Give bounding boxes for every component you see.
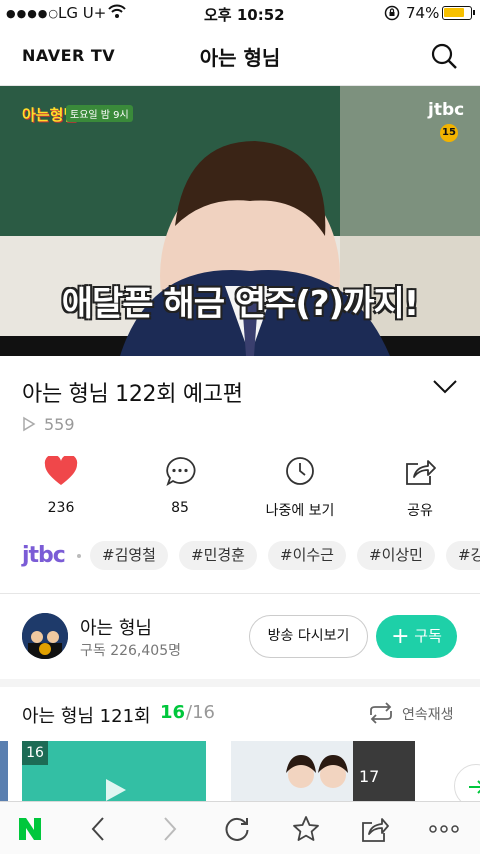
- carrier-label: LG U+: [58, 4, 107, 22]
- back-arrow-icon: [91, 816, 104, 841]
- browser-toolbar: [0, 801, 480, 854]
- forward-arrow-icon: [164, 816, 177, 841]
- clock-icon: [286, 457, 314, 485]
- broadcaster-logo[interactable]: jtbc: [22, 543, 66, 568]
- next-arrow-button[interactable]: [454, 764, 480, 801]
- video-player[interactable]: 아는형님 토요일 밤 9시 jtbc 15 애달픈 해금 연주(?)까지!: [0, 86, 480, 356]
- clock: 오후 10:52: [204, 6, 285, 24]
- subscribe-label: 구독: [414, 627, 442, 645]
- age-rating-badge: 15: [440, 124, 458, 142]
- arrow-right-icon: [469, 780, 480, 794]
- more-menu-button[interactable]: [414, 802, 474, 855]
- playlist-current: 16: [160, 702, 186, 723]
- video-thumbnail[interactable]: 17: [231, 741, 415, 801]
- channel-row: 아는 형님 구독 226,405명 방송 다시보기 + 구독: [0, 594, 480, 680]
- tag-chip[interactable]: #이상민: [357, 541, 435, 570]
- search-icon[interactable]: [430, 42, 458, 74]
- episode-badge: 16: [22, 741, 48, 765]
- channel-watermark: jtbc: [428, 100, 465, 120]
- refresh-icon: [225, 817, 249, 841]
- share-icon: [406, 460, 436, 485]
- tag-chip[interactable]: #강호동: [446, 541, 480, 570]
- back-button[interactable]: [68, 802, 128, 855]
- video-title: 아는 형님 122회 예고편: [22, 382, 243, 407]
- tag-chip[interactable]: #이수근: [268, 541, 346, 570]
- star-icon: [293, 815, 319, 841]
- expand-chevron-icon[interactable]: [432, 378, 458, 400]
- naver-n-icon: [19, 817, 41, 840]
- action-bar: 236 85 나중에 보기 공유: [0, 454, 480, 526]
- signal-icon: ●●●●○: [6, 7, 59, 20]
- refresh-button[interactable]: [207, 802, 267, 855]
- battery-icon: [442, 6, 475, 20]
- more-dots-icon: [429, 824, 459, 833]
- watch-later-label: 나중에 보기: [265, 503, 335, 519]
- heart-icon: [44, 454, 78, 485]
- tag-chip[interactable]: #민경훈: [179, 541, 257, 570]
- episode-badge: 17: [359, 767, 380, 786]
- watch-later-button[interactable]: 나중에 보기: [255, 456, 345, 520]
- share-button[interactable]: 공유: [375, 456, 465, 520]
- like-count: 236: [47, 500, 75, 516]
- channel-avatar[interactable]: [22, 613, 68, 659]
- comment-icon: [166, 457, 196, 487]
- comment-button[interactable]: 85: [135, 456, 225, 516]
- battery-percent: 74%: [406, 4, 440, 22]
- play-count-icon: [22, 416, 36, 436]
- replay-button[interactable]: 방송 다시보기: [249, 615, 368, 658]
- playlist-title: 아는 형님 121회: [22, 706, 151, 727]
- naver-home-button[interactable]: [0, 802, 60, 855]
- playlist-total: /16: [186, 702, 215, 723]
- video-caption: 애달픈 해금 연주(?)까지!: [61, 284, 420, 324]
- comment-count: 85: [171, 500, 189, 516]
- share-icon: [362, 817, 389, 842]
- share-label: 공유: [407, 503, 433, 519]
- share-page-button[interactable]: [345, 802, 405, 855]
- autoplay-label[interactable]: 연속재생: [402, 704, 454, 724]
- wifi-icon: [108, 3, 126, 23]
- page-title: 아는 형님: [199, 46, 281, 70]
- channel-name[interactable]: 아는 형님: [80, 614, 152, 640]
- status-bar: ●●●●○ LG U+ 오후 10:52 74%: [0, 0, 480, 28]
- play-count: 559: [44, 415, 75, 434]
- plus-icon: +: [391, 624, 410, 649]
- thumbnail-image: [231, 741, 415, 801]
- tag-chip[interactable]: #김영철: [90, 541, 168, 570]
- tag-list: jtbc #김영철 #민경훈 #이수근 #이상민 #강호동: [0, 536, 480, 576]
- bookmark-button[interactable]: [276, 802, 336, 855]
- top-nav-bar: NAVER TV 아는 형님: [0, 28, 480, 86]
- like-button[interactable]: 236: [16, 454, 106, 516]
- subscribe-button[interactable]: + 구독: [376, 615, 457, 658]
- playlist-section: 아는 형님 121회 16 /16 연속재생 16 17: [0, 688, 480, 801]
- forward-button[interactable]: [140, 802, 200, 855]
- separator-dot: [77, 554, 81, 558]
- repeat-icon[interactable]: [366, 702, 396, 728]
- rotation-lock-icon: [384, 5, 400, 25]
- video-thumbnail[interactable]: 16: [22, 741, 206, 801]
- subscriber-count: 구독 226,405명: [80, 643, 181, 659]
- video-thumbnail[interactable]: [0, 741, 8, 801]
- section-gap: [0, 679, 480, 687]
- play-icon: [106, 779, 126, 801]
- schedule-badge: 토요일 밤 9시: [66, 105, 133, 122]
